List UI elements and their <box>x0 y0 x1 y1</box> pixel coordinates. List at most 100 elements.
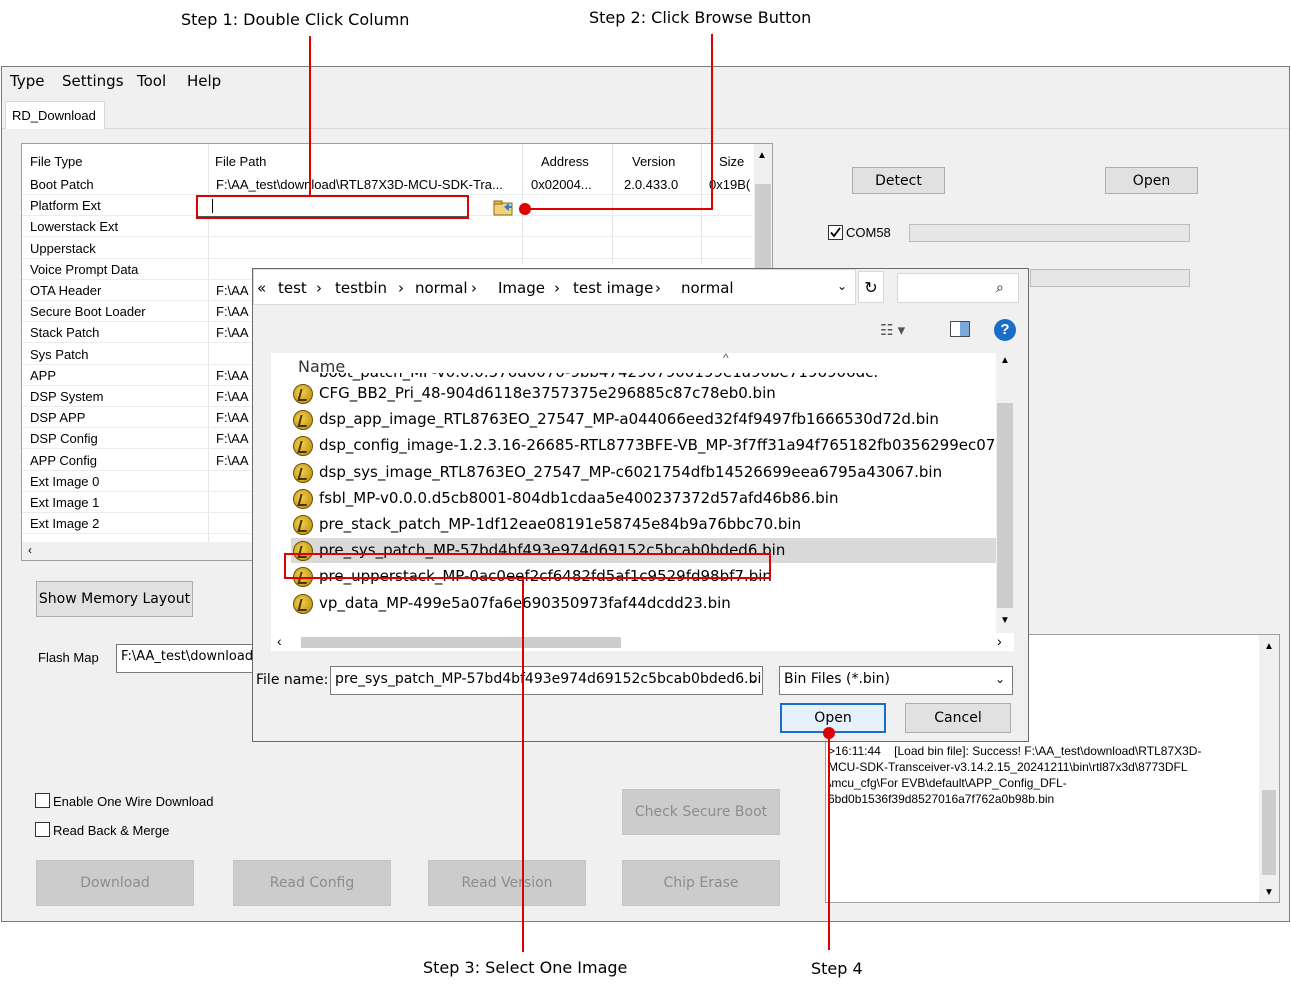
log-line: MCU-SDK-Transceiver-v3.14.2.15_20241211\… <box>828 760 1188 774</box>
file-item[interactable]: fsbl_MP-v0.0.0.d5cb8001-804db1cdaa5e4002… <box>291 486 1011 511</box>
one-wire-label: Enable One Wire Download <box>53 794 214 809</box>
open-port-button[interactable]: Open <box>1105 167 1198 194</box>
menu-tool[interactable]: Tool <box>137 72 166 90</box>
file-type-dropdown-icon[interactable]: ⌄ <box>995 672 1005 686</box>
menu-bar: Type Settings Tool Help <box>2 67 1289 93</box>
search-input[interactable]: ⌕ <box>897 273 1019 303</box>
step2-connector-vertical <box>711 34 713 209</box>
file-path-cell[interactable]: F:\AA <box>216 304 249 319</box>
header-address[interactable]: Address <box>541 154 589 169</box>
log-scrollbar[interactable]: ▲ ▼ <box>1259 635 1279 902</box>
header-size[interactable]: Size <box>719 154 744 169</box>
file-type-cell: DSP Config <box>30 431 98 447</box>
file-type-cell: Lowerstack Ext <box>30 219 119 235</box>
filename-dropdown-icon[interactable]: ⌄ <box>748 672 758 686</box>
boot-patch-size: 0x19B( <box>709 177 751 192</box>
file-type-cell: Secure Boot Loader <box>30 304 146 320</box>
menu-type[interactable]: Type <box>10 72 44 90</box>
one-wire-checkbox[interactable] <box>35 793 50 808</box>
check-secure-boot-button[interactable]: Check Secure Boot <box>622 789 780 835</box>
partially-visible-file[interactable]: boot_patch_MP-v0.0.0.576d0070-9bb4742907… <box>319 373 879 381</box>
log-line: \mcu_cfg\For EVB\default\APP_Config_DFL- <box>828 776 1067 790</box>
help-icon[interactable]: ? <box>994 319 1016 341</box>
bin-file-icon <box>293 384 313 404</box>
file-type-cell: Upperstack <box>30 240 96 256</box>
file-name: vp_data_MP-499e5a07fa6e690350973faf44dcd… <box>319 593 731 612</box>
browse-icon[interactable] <box>492 198 516 216</box>
file-type-cell: OTA Header <box>30 283 102 298</box>
filename-input[interactable]: pre_sys_patch_MP-57bd4bf493e974d69152c5b… <box>330 666 763 695</box>
header-version[interactable]: Version <box>632 154 675 169</box>
show-memory-layout-button[interactable]: Show Memory Layout <box>36 581 193 617</box>
menu-help[interactable]: Help <box>187 72 221 90</box>
file-type-cell: Boot Patch <box>30 177 94 192</box>
filename-label: File name: <box>256 672 329 688</box>
breadcrumb-item[interactable]: test image <box>573 279 653 297</box>
breadcrumb-item[interactable]: testbin <box>335 279 387 297</box>
file-item[interactable]: CFG_BB2_Pri_48-904d6118e3757375e296885c8… <box>291 381 1011 406</box>
breadcrumb-separator: › <box>316 279 322 297</box>
log-line: >16:11:44 [Load bin file]: Success! F:\A… <box>828 744 1202 758</box>
file-list-hscrollbar[interactable]: ‹ › <box>271 633 1014 651</box>
file-type-cell: APP <box>30 367 57 383</box>
file-list: Name ^ boot_patch_MP-v0.0.0.576d0070-9bb… <box>271 353 1014 633</box>
step4-connector <box>828 733 830 950</box>
boot-patch-address: 0x02004... <box>531 177 592 192</box>
read-config-button[interactable]: Read Config <box>233 860 391 906</box>
file-path-cell[interactable]: F:\AA <box>216 283 249 298</box>
file-item[interactable]: dsp_app_image_RTL8763EO_27547_MP-a044066… <box>291 407 1011 432</box>
com-port-checkbox[interactable] <box>828 225 843 240</box>
tab-rd-download[interactable]: RD_Download <box>5 101 105 129</box>
breadcrumb-item[interactable]: normal <box>415 279 468 297</box>
file-path-cell[interactable]: F:\AA <box>216 389 249 404</box>
file-name: pre_stack_patch_MP-1df12eae08191e58745e8… <box>319 515 802 533</box>
file-type-cell: APP Config <box>30 452 97 468</box>
file-item[interactable]: pre_stack_patch_MP-1df12eae08191e58745e8… <box>291 512 1011 537</box>
file-path-cell[interactable]: F:\AA <box>216 453 249 468</box>
step3-label: Step 3: Select One Image <box>423 958 628 977</box>
file-list-vscrollbar[interactable]: ▲ ▼ <box>996 353 1014 633</box>
chip-erase-button[interactable]: Chip Erase <box>622 860 780 906</box>
step1-connector <box>309 36 311 195</box>
log-line: 6bd0b1536f39d8527016a7f762a0b98b.bin <box>828 792 1055 806</box>
breadcrumb-separator: › <box>554 279 560 297</box>
file-item[interactable]: dsp_config_image-1.2.3.16-26685-RTL8773B… <box>291 433 1014 458</box>
download-button[interactable]: Download <box>36 860 194 906</box>
file-type-cell: DSP APP <box>30 410 86 426</box>
chevron-down-icon[interactable]: ⌄ <box>837 279 847 293</box>
bin-file-icon <box>293 410 313 431</box>
step2-marker <box>519 203 531 215</box>
bin-file-icon <box>293 462 313 483</box>
file-item[interactable]: vp_data_MP-499e5a07fa6e690350973faf44dcd… <box>291 591 1011 616</box>
breadcrumb-item[interactable]: test <box>278 279 307 297</box>
breadcrumb-separator: › <box>655 279 661 297</box>
search-icon: ⌕ <box>996 279 1004 295</box>
file-item[interactable]: dsp_sys_image_RTL8763EO_27547_MP-c602175… <box>291 460 1011 485</box>
step1-label: Step 1: Double Click Column <box>181 10 410 29</box>
read-version-button[interactable]: Read Version <box>428 860 586 906</box>
file-type-select[interactable]: Bin Files (*.bin) <box>779 666 1013 695</box>
detect-button[interactable]: Detect <box>852 167 945 194</box>
read-back-checkbox[interactable] <box>35 822 50 837</box>
file-name: CFG_BB2_Pri_48-904d6118e3757375e296885c8… <box>319 384 776 402</box>
header-file-type[interactable]: File Type <box>30 154 83 169</box>
bin-file-icon <box>293 515 313 535</box>
breadcrumb-separator: › <box>471 279 477 297</box>
step3-highlight <box>284 553 771 579</box>
table-row[interactable]: Upperstack <box>22 238 752 259</box>
header-file-path[interactable]: File Path <box>215 154 266 169</box>
step1-highlight <box>196 195 469 219</box>
file-path-cell[interactable]: F:\AA <box>216 368 249 383</box>
breadcrumb-item[interactable]: normal <box>681 279 734 297</box>
preview-pane-icon[interactable] <box>950 321 970 337</box>
view-options-icon[interactable]: ☷ ▾ <box>880 321 905 339</box>
refresh-icon[interactable]: ↻ <box>858 271 884 303</box>
table-row[interactable]: Lowerstack Ext <box>22 216 752 238</box>
file-path-cell[interactable]: F:\AA <box>216 410 249 425</box>
menu-settings[interactable]: Settings <box>62 72 124 90</box>
file-path-cell[interactable]: F:\AA <box>216 325 249 340</box>
file-type-cell: Voice Prompt Data <box>30 261 139 277</box>
file-path-cell[interactable]: F:\AA <box>216 431 249 446</box>
dialog-cancel-button[interactable]: Cancel <box>905 703 1011 733</box>
breadcrumb-item[interactable]: Image <box>498 279 545 297</box>
